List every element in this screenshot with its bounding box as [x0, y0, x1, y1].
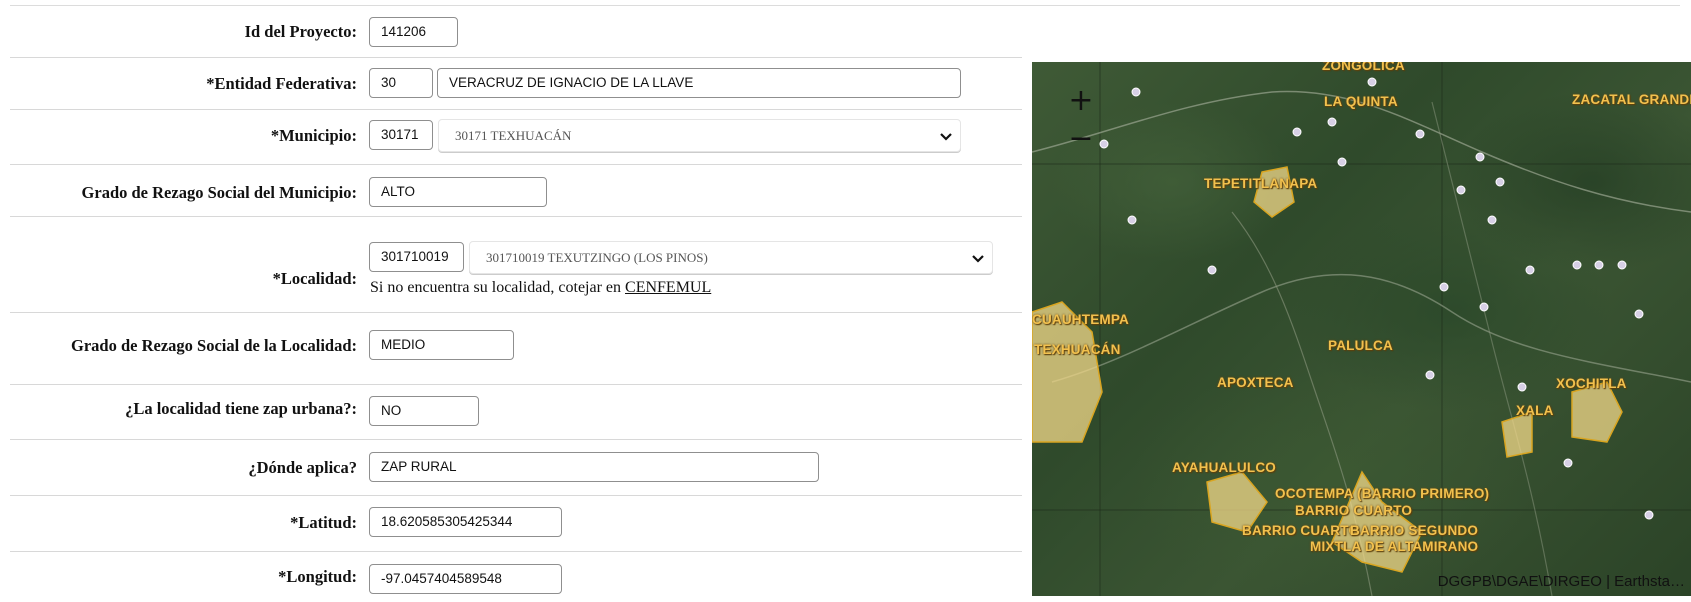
row-locality: *Localidad: 301710019 301710019 TEXUTZIN… [10, 217, 1022, 313]
locality-lag-label: Grado de Rezago Social de la Localidad: [71, 336, 357, 355]
zoom-in-button[interactable]: + [1066, 86, 1096, 116]
map-label-xala: XALA [1516, 403, 1554, 418]
map-label-ocotempa: OCOTEMPA (BARRIO PRIMERO) [1275, 486, 1490, 501]
map-attribution: DGGPB\DGAE\DIRGEO | Earthsta… [1437, 573, 1685, 590]
chevron-down-icon [940, 133, 952, 141]
row-project-id: Id del Proyecto: 141206 [10, 6, 1022, 58]
project-id-field[interactable]: 141206 [369, 17, 458, 47]
latitude-field[interactable]: 18.620585305425344 [369, 507, 562, 537]
map-label-apoxteca: APOXTECA [1217, 375, 1294, 390]
locality-help-text: Si no encuentra su localidad, cotejar en… [370, 279, 711, 297]
state-name-field[interactable]: VERACRUZ DE IGNACIO DE LA LLAVE [437, 68, 961, 98]
zoom-out-button[interactable]: − [1066, 124, 1096, 154]
municipality-lag-field[interactable]: ALTO [369, 177, 547, 207]
locality-selected-value: 301710019 TEXUTZINGO (LOS PINOS) [486, 250, 708, 265]
row-municipality: *Municipio: 30171 30171 TEXHUACÁN [10, 110, 1022, 165]
map-label-xochitla: XOCHITLA [1556, 376, 1627, 391]
chevron-down-icon [972, 255, 984, 263]
municipality-lag-label: Grado de Rezago Social del Municipio: [81, 183, 357, 202]
map-label-la-quinta: LA QUINTA [1324, 94, 1398, 109]
map-label-tepetitlanapa: TEPETITLANAPA [1204, 176, 1318, 191]
municipality-select[interactable]: 30171 TEXHUACÁN [438, 119, 961, 152]
locality-code-field[interactable]: 301710019 [369, 242, 464, 272]
map-label-barrio-cuarto: BARRIO CUARTO [1295, 503, 1413, 518]
applies-label: ¿Dónde aplica? [248, 458, 357, 477]
map-label-zacatal-grande: ZACATAL GRANDE [1572, 92, 1691, 107]
locality-lag-field[interactable]: MEDIO [369, 330, 514, 360]
row-longitude: *Longitud: -97.0457404589548 [10, 552, 1022, 602]
map-label-ayahualulco: AYAHUALULCO [1172, 460, 1276, 475]
locality-note: Si no encuentra su localidad, cotejar en [370, 279, 622, 296]
map-label-mixtla: MIXTLA DE ALTAMIRANO [1310, 539, 1479, 554]
municipality-selected-value: 30171 TEXHUACÁN [455, 128, 572, 143]
row-state: *Entidad Federativa: 30 VERACRUZ DE IGNA… [10, 58, 1022, 110]
cenfemul-link[interactable]: CENFEMUL [625, 279, 711, 296]
longitude-field[interactable]: -97.0457404589548 [369, 564, 562, 594]
applies-field[interactable]: ZAP RURAL [369, 452, 819, 482]
map-label-texhuacan: TEXHUACÁN [1034, 342, 1121, 357]
map-label-barrio-segundo: BARRIO SEGUNDO [1350, 523, 1479, 538]
urban-zap-field[interactable]: NO [369, 396, 479, 426]
locality-select[interactable]: 301710019 TEXUTZINGO (LOS PINOS) [469, 241, 993, 274]
row-municipality-lag: Grado de Rezago Social del Municipio: AL… [10, 165, 1022, 217]
row-applies: ¿Dónde aplica? ZAP RURAL [10, 440, 1022, 496]
row-latitude: *Latitud: 18.620585305425344 [10, 496, 1022, 552]
municipality-code-field[interactable]: 30171 [369, 120, 433, 150]
map-label-barrio-cuarto-2: BARRIO CUARTO [1242, 523, 1360, 538]
row-urban-zap: ¿La localidad tiene zap urbana?: NO [10, 385, 1022, 440]
map-view[interactable]: + − ZONGOLICA LA QUINTA ZACATAL GRANDE T… [1032, 62, 1691, 596]
locality-label: *Localidad: [272, 269, 357, 288]
project-id-label: Id del Proyecto: [244, 22, 357, 41]
state-code-field[interactable]: 30 [369, 68, 433, 98]
state-label: *Entidad Federativa: [206, 74, 357, 93]
longitude-label: *Longitud: [278, 567, 357, 586]
map-label-palulca: PALULCA [1328, 338, 1393, 353]
latitude-label: *Latitud: [290, 513, 357, 532]
map-label-zongolica: ZONGOLICA [1322, 62, 1405, 73]
urban-zap-label: ¿La localidad tiene zap urbana?: [125, 399, 357, 418]
municipality-label: *Municipio: [270, 126, 357, 145]
map-label-cuauhtempa: CUAUHTEMPA [1032, 312, 1129, 327]
row-locality-lag: Grado de Rezago Social de la Localidad: … [10, 313, 1022, 385]
